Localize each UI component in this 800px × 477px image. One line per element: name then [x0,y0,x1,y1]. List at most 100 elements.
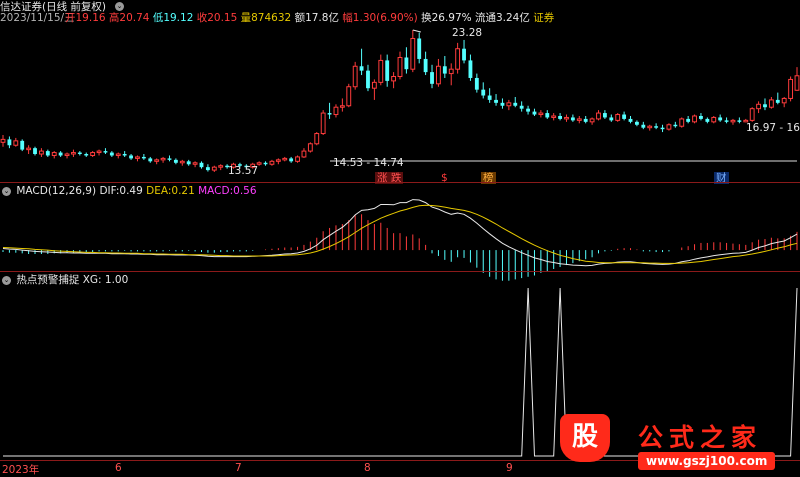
close-label: 收 [196,12,208,24]
macd-title[interactable]: MACD(12,26,9) [16,185,96,197]
candle-body [205,167,210,171]
candle-body [84,154,89,156]
change-label: 幅 [342,12,353,24]
candle-body [378,59,384,83]
candle-body [64,153,70,156]
change-value: 1.30(6.90%) [352,12,418,24]
xg-value: 1.00 [104,274,129,286]
xg-label: XG: [82,274,102,286]
candle-body [538,112,544,116]
turnover-label: 换 [421,12,432,24]
candle-body [58,152,63,156]
candle-body [711,116,717,123]
candle-body [160,157,166,161]
panel-separator-2 [0,271,800,272]
candle-body [199,162,204,168]
volume-label: 量 [240,12,252,24]
candle-body [589,118,595,123]
candle-body [154,159,160,162]
candle-body [211,166,217,171]
candle-body [634,121,639,125]
candle-body [564,116,569,120]
candle-body [275,159,281,162]
candle-body [218,165,224,168]
candle-body [141,156,146,159]
xg-title[interactable]: 热点预警捕捉 [16,274,79,286]
candle-body [500,102,505,106]
x-axis-label: 7 [235,462,242,474]
candle-body [269,160,275,165]
candle-body [45,151,50,156]
candle-body [699,115,703,119]
chart-canvas [0,29,800,457]
candle-body [768,99,774,108]
candle-body [455,48,461,70]
chevron-down-icon[interactable]: ⌄ [115,2,124,11]
candle-body [730,119,736,123]
close-value: 20.15 [207,12,238,24]
candle-body [7,139,12,146]
candle-body [781,97,787,104]
ohlc-row: 开19.16 高20.74 低19.12 收20.15 量874632 额17.… [65,12,554,24]
candle-body [282,157,288,161]
macd-label: MACD: [198,185,234,197]
candle-body [666,124,672,130]
macd-header: ⌄ MACD(12,26,9) DIF:0.49 DEA:0.21 MACD:0… [0,185,257,197]
candle-body [295,156,300,162]
candle-body [558,115,563,119]
range-right-label: 16.97 - 16.9 [746,122,800,134]
candle-body [301,150,307,158]
candle-body [103,151,108,153]
candle-body [519,105,524,109]
candle-body [13,140,19,146]
candle-body [673,124,678,127]
watermark-url[interactable]: www.gszj100.com [638,452,776,470]
header-date: 2023/11/15/三 [0,12,75,24]
candle-body [545,113,550,118]
chevron-down-icon[interactable]: ⌄ [2,186,11,196]
candle-body [487,95,492,100]
candle-body [109,152,114,156]
candle-body [135,156,140,159]
candle-body [263,162,268,165]
candle-body [692,115,697,123]
candle-body [371,81,377,89]
candle-body [602,113,607,118]
x-axis-label: 9 [506,462,513,474]
candle-body [77,152,82,155]
watermark-logo: 股 [560,414,610,462]
low-value: 19.12 [163,12,194,24]
candle-body [660,127,665,130]
candle-body [788,78,794,99]
candle-body [647,125,653,129]
candle-body [129,155,133,159]
candle-body [609,117,614,121]
candle-body [737,120,742,122]
range-mid-label: 14.53 - 14.74 [333,157,404,169]
peak-price-label: 23.28 [452,27,483,39]
candle-body [71,152,76,155]
x-axis-label: 6 [115,462,122,474]
dea-value: 0.21 [171,185,195,197]
candle-body [320,112,326,135]
candle-body [468,60,473,78]
candle-body [506,102,512,107]
xg-header: ⌄ 热点预警捕捉 XG: 1.00 [0,274,128,286]
amount-label: 额 [294,12,306,24]
candle-body [724,120,729,122]
candle-body [705,118,710,122]
candle-body [654,126,659,128]
macd-value: 0.56 [233,185,257,197]
open-label: 开 [65,12,76,24]
chevron-down-icon[interactable]: ⌄ [2,275,11,285]
candle-body [385,60,390,81]
candle-body [756,103,762,110]
peak-marker [412,29,421,33]
dif-label: DIF: [99,185,120,197]
candle-body [576,118,582,121]
candle-body [0,138,6,143]
candle-body [327,113,332,115]
candle-body [51,152,57,156]
candle-body [289,158,294,162]
candle-body [615,114,621,121]
